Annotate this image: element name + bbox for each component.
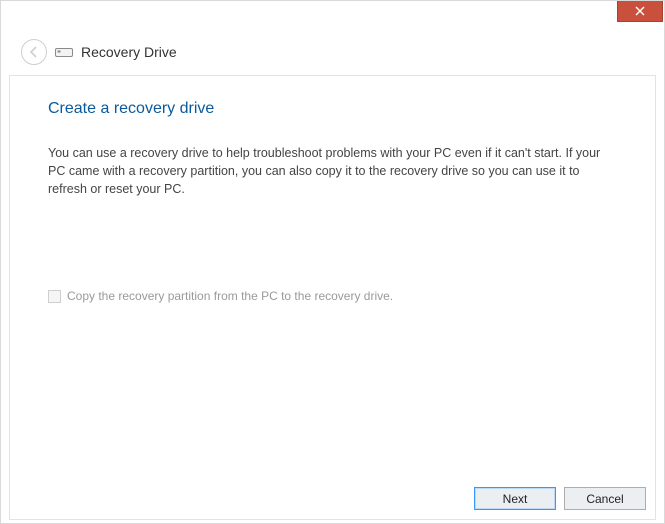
arrow-left-icon: [27, 45, 41, 59]
copy-partition-checkbox: Copy the recovery partition from the PC …: [48, 289, 393, 303]
wizard-header: Recovery Drive: [1, 31, 664, 75]
close-button[interactable]: [617, 1, 663, 22]
checkbox-label: Copy the recovery partition from the PC …: [67, 289, 393, 303]
close-icon: [635, 6, 645, 16]
window-title: Recovery Drive: [81, 44, 177, 60]
next-button[interactable]: Next: [474, 487, 556, 510]
back-button[interactable]: [21, 39, 47, 65]
recovery-drive-wizard-window: Recovery Drive Create a recovery drive Y…: [0, 0, 665, 524]
checkbox-box: [48, 290, 61, 303]
cancel-button[interactable]: Cancel: [564, 487, 646, 510]
drive-icon: [55, 45, 73, 59]
wizard-button-row: Next Cancel: [474, 487, 646, 510]
wizard-page: Create a recovery drive You can use a re…: [9, 75, 656, 520]
page-heading: Create a recovery drive: [48, 100, 617, 118]
titlebar: [1, 1, 664, 31]
page-body-text: You can use a recovery drive to help tro…: [48, 144, 608, 198]
